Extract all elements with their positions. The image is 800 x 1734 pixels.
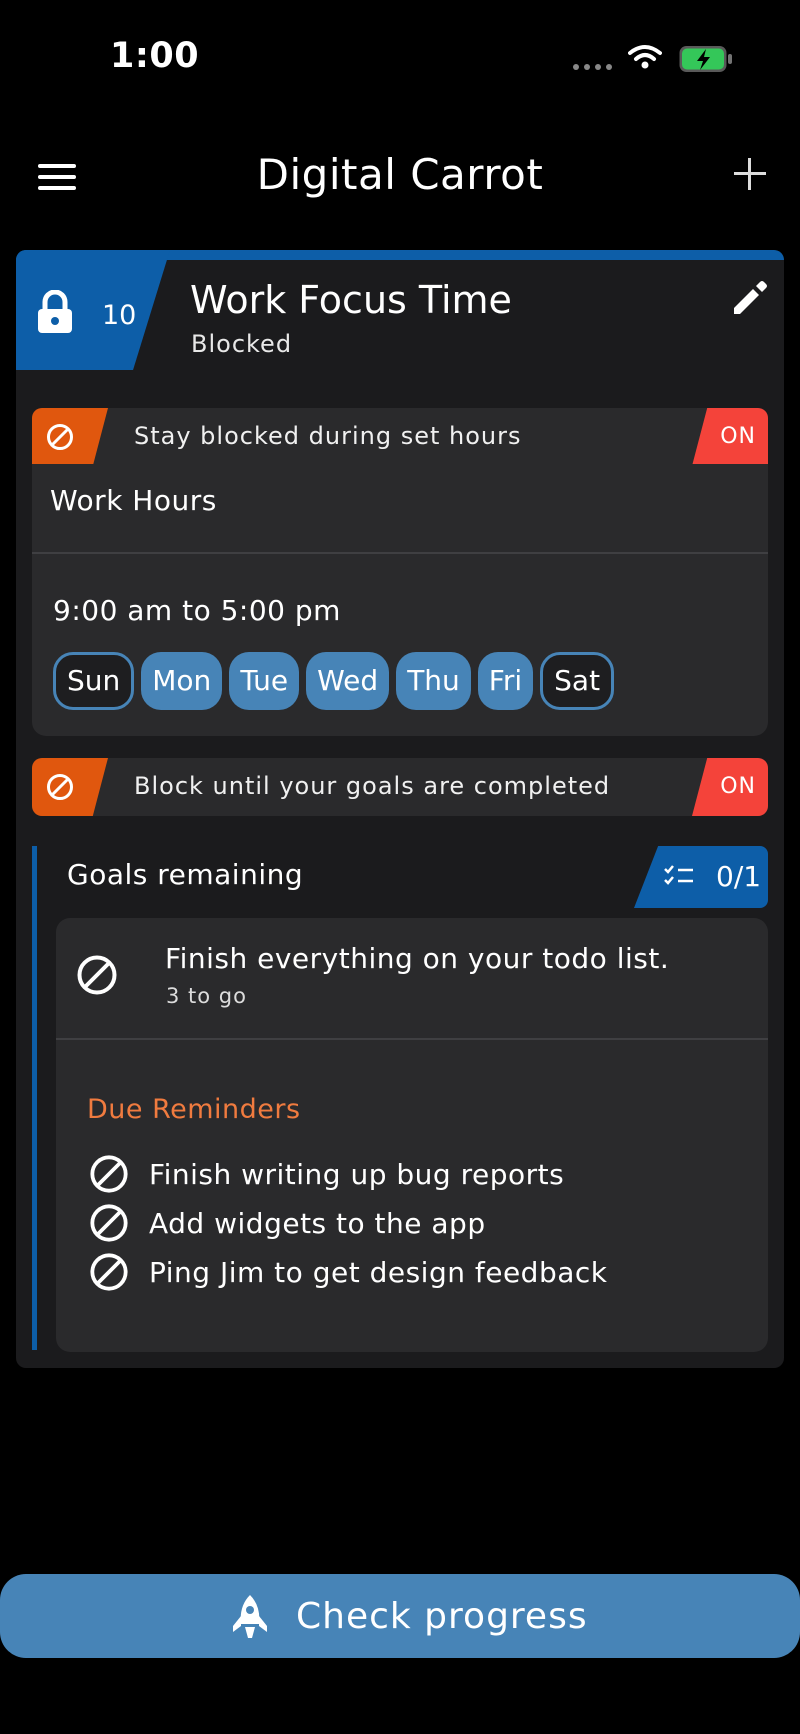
rule-badge (32, 408, 108, 466)
status-time: 1:00 (110, 36, 200, 76)
day-chip-sun[interactable]: Sun (53, 652, 135, 710)
rule-row-goals[interactable]: Block until your goals are completed ON (32, 758, 768, 816)
lock-count: 10 (102, 300, 137, 331)
rule-badge (32, 758, 108, 816)
day-chip-tue[interactable]: Tue (229, 652, 300, 710)
rocket-icon (233, 1595, 267, 1638)
goal-text: Finish everything on your todo list. (165, 942, 670, 975)
block-title: Work Focus Time (190, 278, 512, 322)
divider (32, 552, 768, 554)
reminder-item[interactable]: Finish writing up bug reports (89, 1154, 564, 1194)
rule-toggle[interactable]: ON (692, 758, 768, 816)
reminder-item[interactable]: Ping Jim to get design feedback (89, 1252, 607, 1292)
signal-icon (573, 64, 612, 70)
lock-badge: 10 (16, 250, 170, 370)
rule-state: ON (720, 774, 756, 799)
lock-icon (38, 290, 72, 333)
block-icon (77, 955, 117, 995)
block-icon (47, 774, 73, 800)
checklist-icon (664, 865, 693, 885)
schedule-name: Work Hours (50, 484, 217, 517)
add-icon[interactable] (734, 158, 766, 190)
rule-label: Block until your goals are completed (134, 772, 611, 800)
app-title: Digital Carrot (256, 150, 544, 199)
day-chip-mon[interactable]: Mon (141, 652, 223, 710)
reminder-text: Ping Jim to get design feedback (149, 1255, 608, 1289)
day-chip-sat[interactable]: Sat (540, 652, 615, 710)
wifi-icon (628, 45, 662, 69)
rule-toggle[interactable]: ON (692, 408, 768, 466)
due-reminders-title: Due Reminders (87, 1094, 301, 1125)
goals-label: Goals remaining (67, 858, 304, 891)
rule-label: Stay blocked during set hours (134, 422, 522, 450)
edit-icon[interactable] (728, 276, 772, 320)
day-chip-wed[interactable]: Wed (306, 652, 390, 710)
block-icon (90, 1253, 128, 1291)
block-icon (90, 1204, 128, 1242)
block-status: Blocked (191, 330, 293, 358)
battery-charging-icon (679, 46, 732, 72)
divider (56, 1038, 768, 1040)
block-card[interactable]: 10 Work Focus Time Blocked Stay blocked … (16, 250, 784, 1368)
day-chip-fri[interactable]: Fri (477, 652, 534, 710)
block-icon (90, 1155, 128, 1193)
day-chips: Sun Mon Tue Wed Thu Fri Sat (53, 652, 615, 710)
block-icon (47, 424, 73, 450)
day-chip-thu[interactable]: Thu (396, 652, 471, 710)
rule-state: ON (720, 424, 756, 449)
schedule-time-range: 9:00 am to 5:00 pm (53, 594, 341, 627)
goals-accent-bar (32, 846, 37, 1350)
reminder-text: Finish writing up bug reports (149, 1157, 565, 1191)
reminder-text: Add widgets to the app (149, 1206, 486, 1240)
goal-remaining: 3 to go (166, 984, 247, 1008)
rule-row-schedule[interactable]: Stay blocked during set hours ON (32, 408, 768, 466)
goals-count: 0/1 (716, 860, 762, 893)
reminder-item[interactable]: Add widgets to the app (89, 1203, 486, 1243)
check-progress-label: Check progress (296, 1596, 588, 1637)
